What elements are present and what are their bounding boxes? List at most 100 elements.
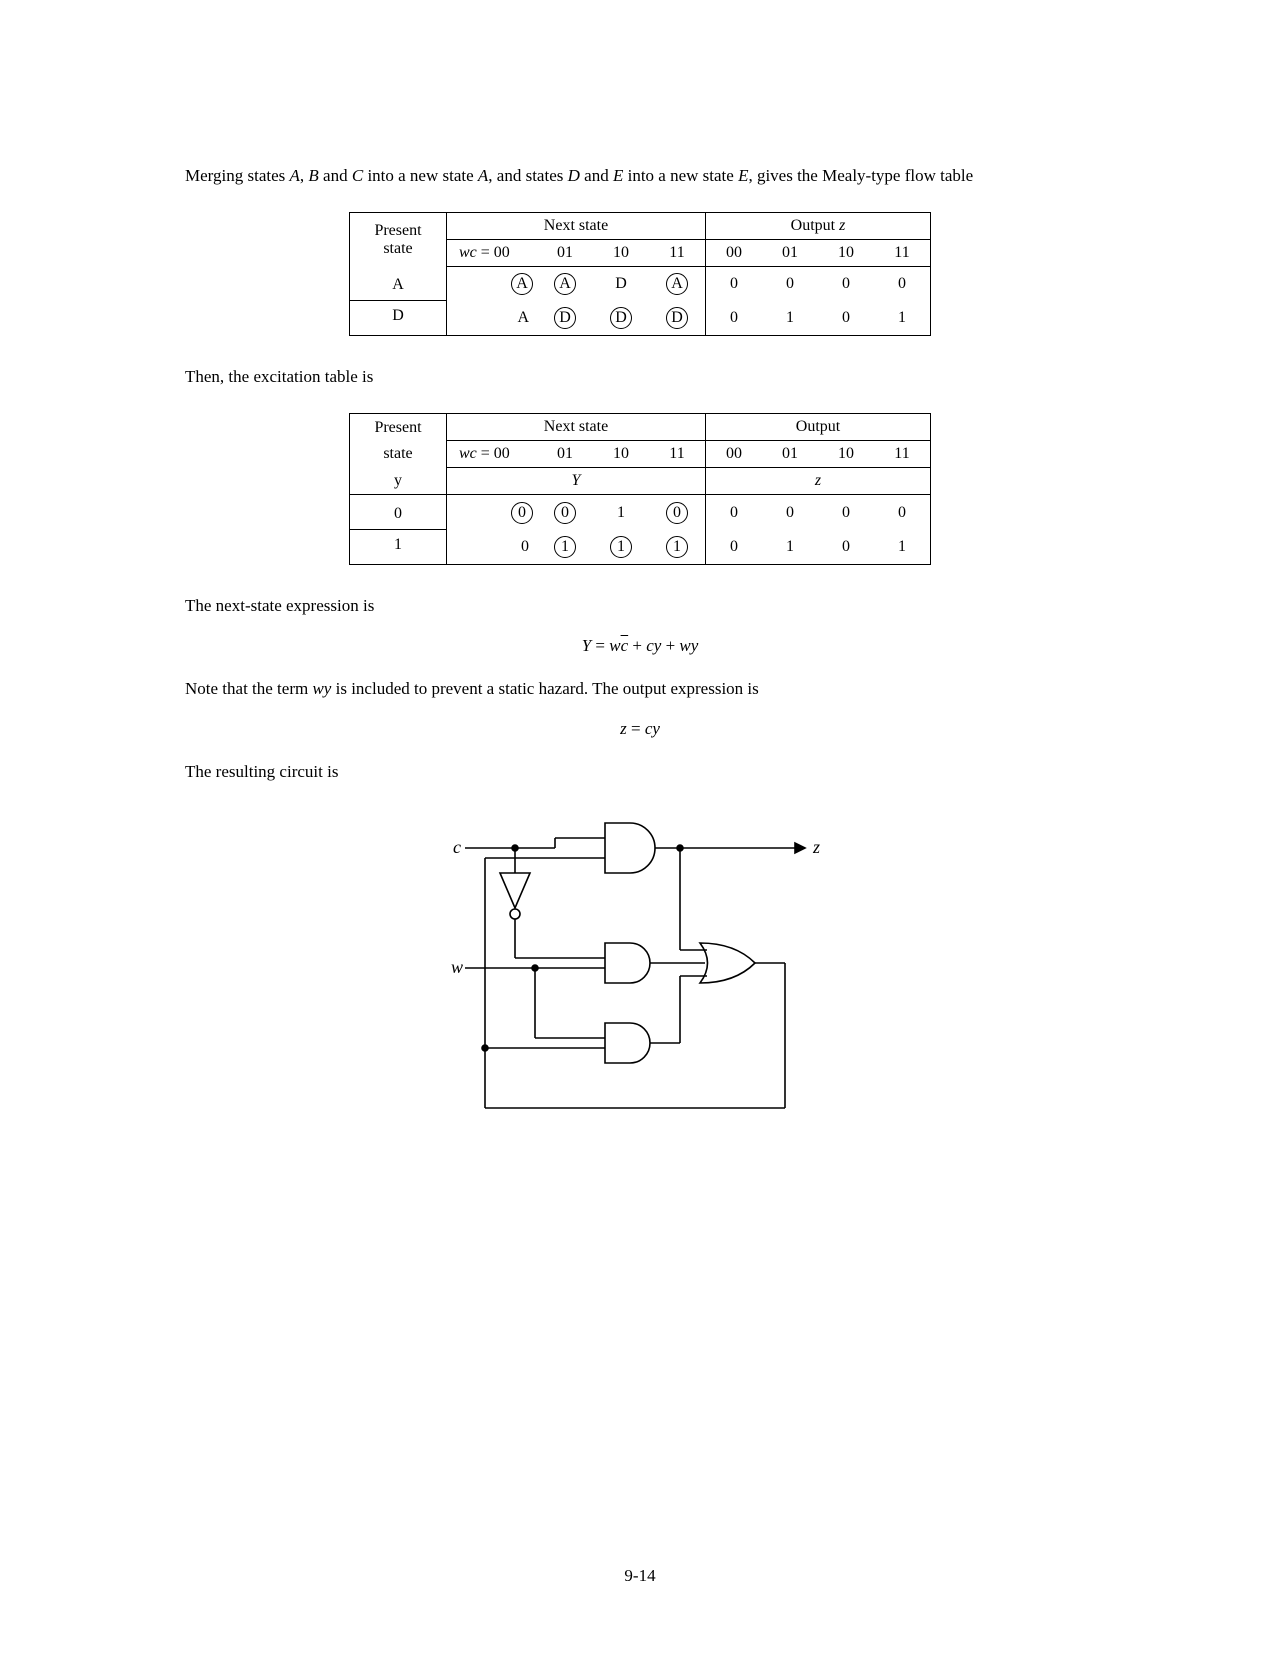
cell: 0 — [874, 495, 931, 530]
text: , gives the Mealy-type flow table — [748, 166, 973, 185]
excitation-table: Present Next state Output state wc = 00 … — [349, 413, 931, 565]
cell: 1 — [666, 536, 688, 558]
ocol-01: 01 — [762, 239, 818, 266]
cell: 1 — [554, 536, 576, 558]
ocol-00: 00 — [706, 441, 763, 468]
col-01: 01 — [537, 441, 593, 468]
table-row: 0 0 0 1 0 0 0 0 0 — [350, 495, 931, 530]
cell: 1 — [762, 530, 818, 565]
state-E: E — [613, 166, 623, 185]
cell: 1 — [762, 301, 818, 336]
table-row: D A D D D 0 1 0 1 — [350, 301, 931, 336]
para-hazard: Note that the term wy is included to pre… — [185, 678, 1095, 701]
eq-term-cbar: c — [621, 636, 629, 655]
cell: 0 — [762, 266, 818, 301]
col-10: 10 — [593, 441, 649, 468]
cell: 0 — [818, 495, 874, 530]
cell: A — [511, 273, 533, 295]
text: , and states — [488, 166, 567, 185]
eq-term: w — [609, 636, 620, 655]
state-C: C — [352, 166, 363, 185]
table-row: A A A D A 0 0 0 0 — [350, 266, 931, 301]
table-row: 1 0 1 1 1 0 1 0 1 — [350, 530, 931, 565]
cell: 0 — [874, 266, 931, 301]
intro-paragraph: Merging states A, B and C into a new sta… — [185, 165, 1095, 188]
wc-label: wc — [459, 244, 477, 261]
cell: 0 — [521, 538, 529, 555]
col-01: 01 — [537, 239, 593, 266]
header-z: z — [815, 472, 821, 489]
header-y: y — [350, 468, 447, 495]
label-w: w — [451, 957, 463, 977]
cell: 1 — [874, 301, 931, 336]
eq00: = 00 — [477, 445, 510, 462]
para-next-state-expr: The next-state expression is — [185, 595, 1095, 618]
eq00: = 00 — [477, 244, 510, 261]
ocol-10: 10 — [818, 441, 874, 468]
col-11: 11 — [649, 239, 706, 266]
cell: A — [666, 273, 688, 295]
cell: A — [554, 273, 576, 295]
cell: 0 — [706, 495, 763, 530]
term-wy: wy — [312, 679, 331, 698]
cell: 1 — [874, 530, 931, 565]
eq-rhs: cy — [645, 719, 660, 738]
ocol-01: 01 — [762, 441, 818, 468]
cell: 0 — [706, 266, 763, 301]
text: and — [580, 166, 613, 185]
header-nextstate: Next state — [447, 212, 706, 239]
row-label-D: D — [350, 301, 447, 336]
header-nextstate: Next state — [447, 414, 706, 441]
cell: 0 — [818, 530, 874, 565]
eq-eq: = — [591, 636, 609, 655]
wc-label: wc — [459, 445, 477, 462]
cell: 0 — [554, 502, 576, 524]
state-A2: A — [478, 166, 488, 185]
eq-term: cy — [646, 636, 661, 655]
col-10: 10 — [593, 239, 649, 266]
text: into a new state — [623, 166, 738, 185]
state-B: B — [308, 166, 318, 185]
cell: 0 — [762, 495, 818, 530]
equation-z: z = cy — [185, 719, 1095, 739]
cell: 0 — [511, 502, 533, 524]
header-capY: Y — [572, 472, 581, 489]
header-output: Output — [706, 414, 931, 441]
header-state: state — [358, 240, 438, 258]
cell: 0 — [818, 266, 874, 301]
flow-table: Present state Next state Output z wc = 0… — [349, 212, 931, 337]
state-A: A — [290, 166, 300, 185]
eq-lhs: Y — [582, 636, 591, 655]
cell: D — [615, 275, 627, 292]
header-outputz: Output z — [706, 212, 931, 239]
text: Note that the term — [185, 679, 312, 698]
text: is included to prevent a static hazard. … — [331, 679, 758, 698]
circuit-diagram: c z w — [415, 808, 865, 1138]
eq-term: wy — [679, 636, 698, 655]
cell: D — [554, 307, 576, 329]
para-circuit: The resulting circuit is — [185, 761, 1095, 784]
cell: 0 — [818, 301, 874, 336]
equation-Y: Y = wc + cy + wy — [185, 636, 1095, 656]
label-c: c — [453, 837, 461, 857]
para-excitation: Then, the excitation table is — [185, 366, 1095, 389]
header-present: Present — [358, 222, 438, 240]
text: Merging states — [185, 166, 290, 185]
header-present: Present — [350, 414, 447, 441]
col-11: 11 — [649, 441, 706, 468]
cell: 0 — [706, 530, 763, 565]
cell: D — [666, 307, 688, 329]
row-label-1: 1 — [350, 530, 447, 565]
page-number: 9-14 — [0, 1566, 1280, 1586]
ocol-10: 10 — [818, 239, 874, 266]
row-label-0: 0 — [350, 495, 447, 530]
eq-plus: + — [628, 636, 646, 655]
ocol-00: 00 — [706, 239, 763, 266]
cell: 1 — [610, 536, 632, 558]
eq-lhs: z — [620, 719, 627, 738]
ocol-11: 11 — [874, 239, 931, 266]
cell: A — [517, 309, 529, 326]
eq-plus: + — [661, 636, 679, 655]
text: and — [319, 166, 352, 185]
cell: 0 — [706, 301, 763, 336]
